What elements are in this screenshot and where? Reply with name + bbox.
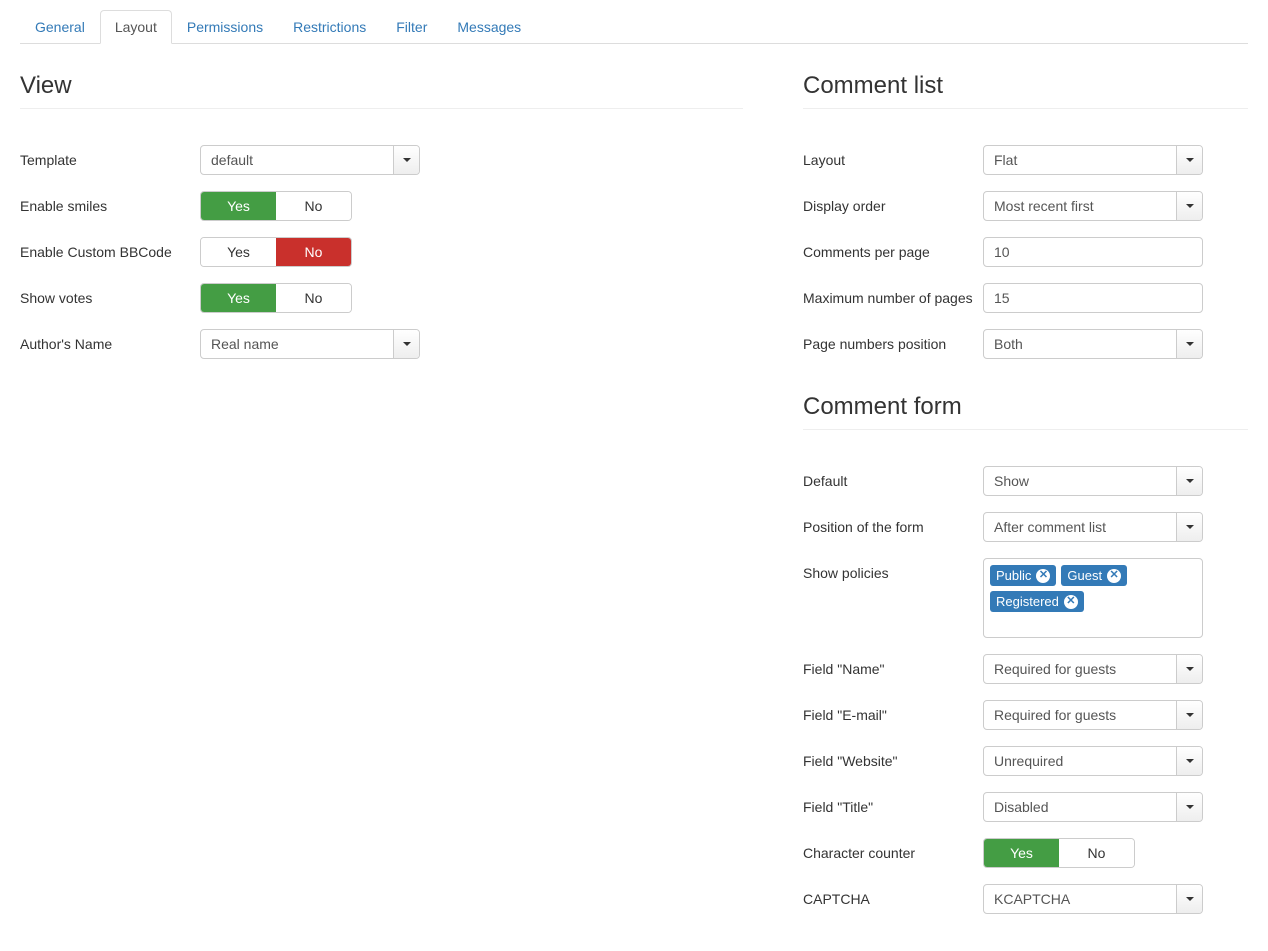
cf-fieldwebsite-value: Unrequired [984,747,1176,775]
cf-default-value: Show [984,467,1176,495]
template-select[interactable]: default [200,145,420,175]
cf-position-value: After comment list [984,513,1176,541]
cl-pagepos-select[interactable]: Both [983,329,1203,359]
enable-smiles-toggle: Yes No [200,191,352,221]
enable-smiles-yes[interactable]: Yes [201,192,276,220]
chevron-down-icon [393,330,419,358]
cf-charcounter-no[interactable]: No [1059,839,1134,867]
tabs: General Layout Permissions Restrictions … [20,10,1248,44]
cf-default-select[interactable]: Show [983,466,1203,496]
cl-layout-label: Layout [803,145,983,168]
enable-bbcode-label: Enable Custom BBCode [20,237,200,260]
cl-maxpages-input[interactable] [983,283,1203,313]
cf-fieldtitle-select[interactable]: Disabled [983,792,1203,822]
enable-smiles-label: Enable smiles [20,191,200,214]
tab-filter[interactable]: Filter [381,10,442,44]
template-value: default [201,146,393,174]
cf-charcounter-toggle: Yes No [983,838,1135,868]
cf-default-label: Default [803,466,983,489]
cl-maxpages-label: Maximum number of pages [803,283,983,306]
chevron-down-icon [1176,885,1202,913]
show-votes-toggle: Yes No [200,283,352,313]
author-name-select[interactable]: Real name [200,329,420,359]
template-label: Template [20,145,200,168]
view-title: View [20,72,743,109]
cl-perpage-input[interactable] [983,237,1203,267]
show-votes-label: Show votes [20,283,200,306]
chevron-down-icon [1176,655,1202,683]
enable-bbcode-toggle: Yes No [200,237,352,267]
cf-fieldemail-select[interactable]: Required for guests [983,700,1203,730]
show-votes-yes[interactable]: Yes [201,284,276,312]
comment-form-title: Comment form [803,393,1248,430]
chevron-down-icon [1176,701,1202,729]
policy-tag: Guest ✕ [1061,565,1127,586]
cl-pagepos-label: Page numbers position [803,329,983,352]
chevron-down-icon [1176,192,1202,220]
cf-position-select[interactable]: After comment list [983,512,1203,542]
chevron-down-icon [1176,467,1202,495]
cl-order-label: Display order [803,191,983,214]
enable-bbcode-yes[interactable]: Yes [201,238,276,266]
policy-tag-label: Guest [1067,568,1102,583]
show-votes-no[interactable]: No [276,284,351,312]
close-icon[interactable]: ✕ [1107,569,1121,583]
tab-layout[interactable]: Layout [100,10,172,44]
cl-layout-select[interactable]: Flat [983,145,1203,175]
cf-charcounter-yes[interactable]: Yes [984,839,1059,867]
chevron-down-icon [1176,146,1202,174]
cf-fieldemail-value: Required for guests [984,701,1176,729]
tab-messages[interactable]: Messages [442,10,536,44]
close-icon[interactable]: ✕ [1036,569,1050,583]
chevron-down-icon [393,146,419,174]
cf-fieldwebsite-label: Field "Website" [803,746,983,769]
enable-bbcode-no[interactable]: No [276,238,351,266]
author-name-value: Real name [201,330,393,358]
policy-tag: Public ✕ [990,565,1056,586]
cl-perpage-label: Comments per page [803,237,983,260]
cf-fieldname-select[interactable]: Required for guests [983,654,1203,684]
cl-layout-value: Flat [984,146,1176,174]
tab-permissions[interactable]: Permissions [172,10,278,44]
cl-order-select[interactable]: Most recent first [983,191,1203,221]
cf-policies-label: Show policies [803,558,983,581]
policy-tag: Registered ✕ [990,591,1084,612]
cf-fieldtitle-label: Field "Title" [803,792,983,815]
chevron-down-icon [1176,793,1202,821]
cf-charcounter-label: Character counter [803,838,983,861]
policy-tag-label: Public [996,568,1031,583]
cl-order-value: Most recent first [984,192,1176,220]
cf-captcha-value: KCAPTCHA [984,885,1176,913]
cf-fieldtitle-value: Disabled [984,793,1176,821]
tab-general[interactable]: General [20,10,100,44]
cf-fieldwebsite-select[interactable]: Unrequired [983,746,1203,776]
cf-captcha-select[interactable]: KCAPTCHA [983,884,1203,914]
tab-restrictions[interactable]: Restrictions [278,10,381,44]
chevron-down-icon [1176,330,1202,358]
comment-list-title: Comment list [803,72,1248,109]
close-icon[interactable]: ✕ [1064,595,1078,609]
cf-fieldemail-label: Field "E-mail" [803,700,983,723]
enable-smiles-no[interactable]: No [276,192,351,220]
chevron-down-icon [1176,747,1202,775]
cf-fieldname-label: Field "Name" [803,654,983,677]
cf-policies-tagbox[interactable]: Public ✕ Guest ✕ Registered ✕ [983,558,1203,638]
cf-fieldname-value: Required for guests [984,655,1176,683]
policy-tag-label: Registered [996,594,1059,609]
cf-position-label: Position of the form [803,512,983,535]
cl-pagepos-value: Both [984,330,1176,358]
author-name-label: Author's Name [20,329,200,352]
chevron-down-icon [1176,513,1202,541]
cf-captcha-label: CAPTCHA [803,884,983,907]
